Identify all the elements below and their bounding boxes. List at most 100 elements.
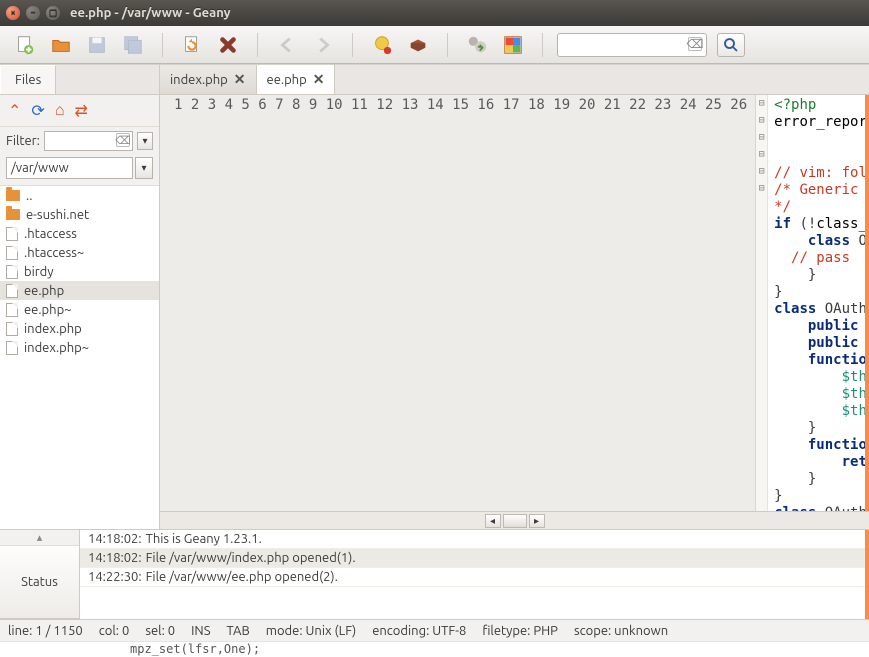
nav-swap-icon[interactable]: ⇄ — [74, 101, 87, 120]
compile-button[interactable] — [367, 31, 397, 59]
tab-label: index.php — [170, 73, 228, 87]
message-time: 14:22:30: — [88, 570, 142, 584]
list-item[interactable]: .. — [0, 186, 159, 205]
sidebar-tab-files[interactable]: Files — [0, 65, 56, 94]
file-name-label: index.php~ — [24, 341, 89, 355]
message-text: File /var/www/index.php opened(1). — [146, 551, 356, 565]
close-window-button[interactable]: × — [6, 6, 20, 20]
search-button[interactable] — [717, 33, 745, 57]
tab-label: ee.php — [267, 73, 307, 87]
close-file-button[interactable] — [213, 31, 243, 59]
file-name-label: ee.php~ — [24, 303, 72, 317]
file-name-label: e-sushi.net — [26, 208, 89, 222]
reload-button[interactable] — [177, 31, 207, 59]
message-row[interactable]: 14:22:30: File /var/www/ee.php opened(2). — [80, 568, 865, 587]
list-item[interactable]: ee.php — [0, 281, 159, 300]
message-row[interactable]: 14:18:02: File /var/www/index.php opened(… — [80, 549, 865, 568]
messages-panel: ▴ Status 14:18:02:This is Geany 1.23.1.1… — [0, 529, 869, 619]
clear-search-icon[interactable]: ⌫ — [688, 37, 702, 51]
code-content[interactable]: <?php error_reporting(E_ALL); // vim: fo… — [768, 95, 865, 511]
folder-icon — [6, 190, 20, 201]
scroll-thumb[interactable] — [503, 514, 527, 528]
nav-up-icon[interactable]: ⌃ — [8, 101, 21, 120]
path-dropdown-button[interactable]: ▾ — [135, 157, 153, 179]
file-icon — [6, 265, 18, 279]
file-name-label: .htaccess — [24, 227, 77, 241]
file-icon — [6, 303, 18, 317]
file-icon — [6, 227, 18, 241]
sidebar-nav: ⌃ ⟳ ⌂ ⇄ — [0, 95, 159, 127]
run-button[interactable] — [462, 31, 492, 59]
message-text: File /var/www/ee.php opened(2). — [146, 570, 338, 584]
sidebar-tabs: Files — [0, 65, 159, 95]
editor-area: index.php ✕ ee.php ✕ 1 2 3 4 5 6 7 8 9 10 1… — [160, 65, 869, 529]
fold-column[interactable]: ⊟ ⊟ ⊟ ⊟ ⊟ ⊟ — [756, 95, 768, 511]
filter-input[interactable]: ⌫ — [44, 131, 133, 151]
code-editor[interactable]: 1 2 3 4 5 6 7 8 9 10 11 12 13 14 15 16 1… — [160, 95, 869, 511]
messages-tab-label: Status — [21, 575, 58, 589]
path-row: /var/www ▾ — [0, 155, 159, 185]
new-file-button[interactable] — [10, 31, 40, 59]
nav-refresh-icon[interactable]: ⟳ — [31, 101, 44, 120]
line-gutter: 1 2 3 4 5 6 7 8 9 10 11 12 13 14 15 16 1… — [160, 95, 756, 511]
file-icon — [6, 341, 18, 355]
status-tab[interactable]: TAB — [227, 624, 250, 638]
search-input[interactable]: ⌫ — [557, 33, 707, 57]
list-item[interactable]: .htaccess — [0, 224, 159, 243]
titlebar: × – ▢ ee.php - /var/www - Geany — [0, 0, 869, 26]
nav-home-icon[interactable]: ⌂ — [55, 101, 65, 120]
maximize-window-button[interactable]: ▢ — [46, 6, 60, 20]
file-name-label: index.php — [24, 322, 82, 336]
color-chooser-button[interactable] — [498, 31, 528, 59]
status-col: col: 0 — [99, 624, 130, 638]
status-scope: scope: unknown — [574, 624, 668, 638]
list-item[interactable]: index.php — [0, 319, 159, 338]
list-item[interactable]: ee.php~ — [0, 300, 159, 319]
main-area: Files ⌃ ⟳ ⌂ ⇄ Filter: ⌫ ▾ /var/www ▾ .. e… — [0, 64, 869, 529]
folder-icon — [6, 209, 20, 220]
messages-tab-status[interactable]: Status — [0, 546, 79, 619]
scroll-left-button[interactable]: ◂ — [485, 514, 501, 528]
minimize-window-button[interactable]: – — [26, 6, 40, 20]
messages-collapse-button[interactable]: ▴ — [0, 530, 79, 546]
list-item[interactable]: index.php~ — [0, 338, 159, 357]
save-all-button[interactable] — [118, 31, 148, 59]
file-list[interactable]: .. e-sushi.net .htaccess .htaccess~ birdy ee.… — [0, 185, 159, 529]
build-button[interactable] — [403, 31, 433, 59]
file-name-label: ee.php — [24, 284, 64, 298]
open-file-button[interactable] — [46, 31, 76, 59]
status-ins[interactable]: INS — [191, 624, 210, 638]
status-sel: sel: 0 — [145, 624, 175, 638]
status-mode: mode: Unix (LF) — [266, 624, 356, 638]
window-title: ee.php - /var/www - Geany — [70, 6, 231, 20]
scroll-right-button[interactable]: ▸ — [529, 514, 545, 528]
list-item[interactable]: birdy — [0, 262, 159, 281]
message-text: This is Geany 1.23.1. — [146, 532, 262, 546]
editor-tabs: index.php ✕ ee.php ✕ — [160, 65, 869, 95]
messages-tab-column: ▴ Status — [0, 530, 80, 619]
close-tab-icon[interactable]: ✕ — [234, 71, 246, 88]
horizontal-scrollbar[interactable]: ◂ ▸ — [160, 511, 869, 529]
list-item[interactable]: .htaccess~ — [0, 243, 159, 262]
file-name-label: .htaccess~ — [24, 246, 84, 260]
messages-list[interactable]: 14:18:02: This is Geany 1.23.1. 14:18:02: F… — [80, 530, 869, 619]
message-time: 14:18:02: — [88, 551, 142, 565]
editor-tab[interactable]: index.php ✕ — [160, 65, 257, 94]
editor-tab[interactable]: ee.php ✕ — [257, 65, 336, 94]
list-item[interactable]: e-sushi.net — [0, 205, 159, 224]
status-encoding: encoding: UTF-8 — [372, 624, 466, 638]
statusbar: line: 1 / 1150 col: 0 sel: 0 INS TAB mod… — [0, 619, 869, 641]
filter-label: Filter: — [6, 134, 40, 148]
sidebar-tab-label: Files — [15, 73, 41, 87]
nav-forward-button[interactable] — [308, 31, 338, 59]
footer-overflow: mpz_set(lfsr,One); — [0, 641, 869, 657]
save-file-button[interactable] — [82, 31, 112, 59]
nav-back-button[interactable] — [272, 31, 302, 59]
close-tab-icon[interactable]: ✕ — [313, 71, 325, 88]
filter-dropdown-button[interactable]: ▾ — [137, 132, 153, 150]
clear-filter-icon[interactable]: ⌫ — [116, 133, 130, 147]
message-row[interactable]: 14:18:02: This is Geany 1.23.1. — [80, 530, 865, 549]
path-input[interactable]: /var/www — [6, 157, 133, 179]
file-name-label: birdy — [24, 265, 54, 279]
message-time: 14:18:02: — [88, 532, 142, 546]
